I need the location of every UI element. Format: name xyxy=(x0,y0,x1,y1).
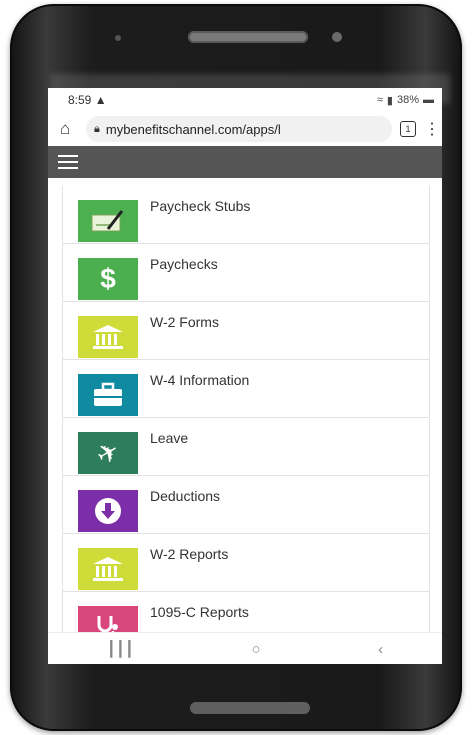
menu-item-paycheck-stubs[interactable]: Paycheck Stubs xyxy=(63,186,429,244)
home-button-icon[interactable]: ○ xyxy=(252,641,261,658)
menu-item-label: W-4 Information xyxy=(150,372,250,388)
home-icon[interactable]: ⌂ xyxy=(60,120,78,138)
menu-list: Paycheck Stubs $ Paychecks W-2 Forms W-4… xyxy=(62,186,430,634)
menu-item-label: Leave xyxy=(150,430,189,446)
hamburger-menu-icon[interactable] xyxy=(58,155,78,169)
browser-toolbar: ⌂ 🔒︎ mybenefitschannel.com/apps/l 1 ⋮ xyxy=(48,112,442,146)
android-nav-bar: ┃┃┃ ○ ‹ xyxy=(48,632,442,664)
status-bar: 8:59 ▲ ≈ ▮ 38% ▬ xyxy=(48,88,442,112)
menu-item-label: Paychecks xyxy=(150,256,218,272)
menu-item-w4-information[interactable]: W-4 Information xyxy=(63,360,429,418)
tabs-icon[interactable]: 1 xyxy=(400,121,416,137)
menu-item-label: W-2 Forms xyxy=(150,314,219,330)
status-time: 8:59 ▲ xyxy=(68,93,107,107)
bank-icon xyxy=(78,548,138,590)
menu-item-leave[interactable]: ✈︎ Leave xyxy=(63,418,429,476)
phone-screen: 8:59 ▲ ≈ ▮ 38% ▬ ⌂ 🔒︎ mybenefitschannel.… xyxy=(48,88,442,664)
menu-item-w2-forms[interactable]: W-2 Forms xyxy=(63,302,429,360)
menu-item-1095c-reports[interactable]: 1095-C Reports xyxy=(63,592,429,634)
back-icon[interactable]: ‹ xyxy=(378,641,383,658)
recent-apps-icon[interactable]: ┃┃┃ xyxy=(107,640,134,658)
menu-item-label: W-2 Reports xyxy=(150,546,229,562)
wifi-icon: ≈ xyxy=(376,94,383,106)
stethoscope-icon xyxy=(78,606,138,634)
front-camera xyxy=(332,32,342,42)
url-text: mybenefitschannel.com/apps/l xyxy=(105,121,281,137)
battery-icon: ▬ xyxy=(423,94,434,106)
menu-item-label: 1095-C Reports xyxy=(150,604,249,620)
lock-icon: 🔒︎ xyxy=(94,122,100,135)
dollar-icon: $ xyxy=(78,258,138,300)
menu-item-label: Deductions xyxy=(150,488,221,504)
menu-item-label: Paycheck Stubs xyxy=(150,198,251,214)
battery-level: 38% xyxy=(396,94,419,106)
menu-item-w2-reports[interactable]: W-2 Reports xyxy=(63,534,429,592)
overflow-menu-icon[interactable]: ⋮ xyxy=(424,119,440,139)
status-indicators: ≈ ▮ 38% ▬ xyxy=(377,94,434,107)
briefcase-icon xyxy=(78,374,138,416)
download-circle-icon xyxy=(78,490,138,532)
phone-bottom-grille xyxy=(190,702,310,714)
menu-content: Paycheck Stubs $ Paychecks W-2 Forms W-4… xyxy=(48,178,442,634)
notification-icon: ▲ xyxy=(94,93,107,107)
signal-icon: ▮ xyxy=(386,94,393,107)
speaker-grille xyxy=(188,31,308,43)
sensor xyxy=(115,35,121,41)
address-bar[interactable]: 🔒︎ mybenefitschannel.com/apps/l xyxy=(86,116,392,142)
menu-item-paychecks[interactable]: $ Paychecks xyxy=(63,244,429,302)
check-pen-icon xyxy=(78,200,138,242)
menu-item-deductions[interactable]: Deductions xyxy=(63,476,429,534)
airplane-icon: ✈︎ xyxy=(78,432,138,474)
app-header xyxy=(48,146,442,178)
bank-icon xyxy=(78,316,138,358)
